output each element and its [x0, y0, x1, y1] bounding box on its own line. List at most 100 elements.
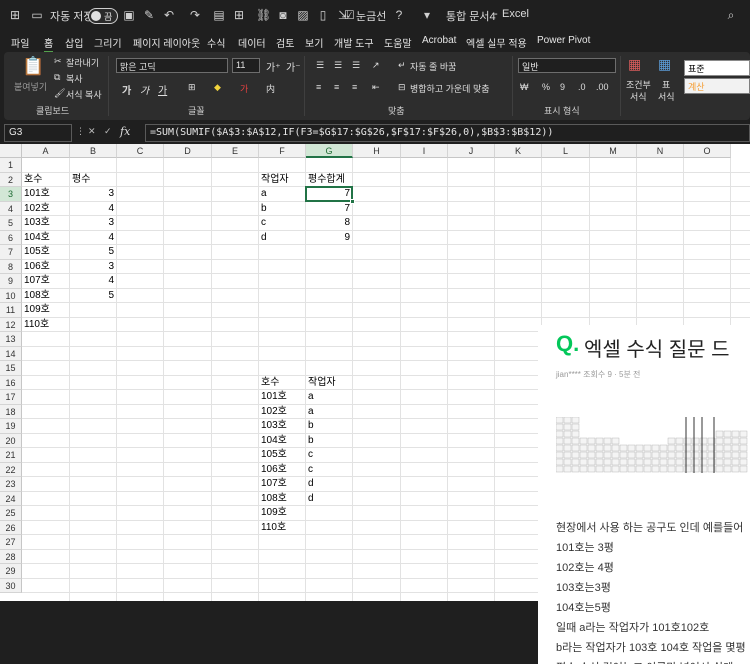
row-header-6[interactable]: 6: [0, 230, 22, 245]
more-icon[interactable]: ⋮: [76, 126, 85, 137]
borders-icon[interactable]: ⊞: [188, 82, 196, 93]
column-header-I[interactable]: I: [401, 144, 448, 158]
currency-icon[interactable]: ₩: [520, 82, 529, 92]
tab-6[interactable]: 데이터: [238, 35, 266, 50]
row-header-1[interactable]: 1: [0, 158, 22, 173]
cancel-icon[interactable]: ✕: [88, 126, 96, 137]
row-header-28[interactable]: 28: [0, 549, 22, 564]
pdf-icon[interactable]: ▯: [316, 8, 330, 22]
column-header-J[interactable]: J: [448, 144, 495, 158]
tab-9[interactable]: 개발 도구: [334, 35, 374, 50]
style-calculation[interactable]: 계산: [684, 78, 750, 94]
cell-worker[interactable]: [308, 506, 350, 520]
tab-13[interactable]: Power Pivot: [537, 35, 590, 46]
column-header-N[interactable]: N: [637, 144, 684, 158]
align-middle-icon[interactable]: ☰: [334, 60, 342, 71]
tab-1[interactable]: 홈: [44, 35, 54, 53]
cell-unit[interactable]: 110호: [261, 521, 303, 535]
tab-10[interactable]: 도움말: [384, 35, 412, 50]
row-header-15[interactable]: 15: [0, 361, 22, 376]
cell-header[interactable]: 작업자: [261, 173, 303, 187]
format-painter-icon[interactable]: 🖌: [54, 88, 65, 99]
row-header-13[interactable]: 13: [0, 332, 22, 347]
cell-unit[interactable]: 109호: [24, 303, 67, 317]
column-header-O[interactable]: O: [684, 144, 731, 158]
cell-unit[interactable]: 101호: [24, 187, 67, 201]
copy-icon[interactable]: ⧉: [54, 72, 60, 83]
worksheet-grid[interactable]: ABCDEFGHIJKLMNO 1 2 3 4 5 6 7 8 9 10 11 12 13 14 15 16 1…: [0, 144, 750, 664]
indent-icon[interactable]: ⇤: [372, 82, 380, 93]
cell-unit[interactable]: 108호: [24, 289, 67, 303]
tab-5[interactable]: 수식: [207, 35, 225, 50]
row-header-26[interactable]: 26: [0, 520, 22, 535]
cell-header[interactable]: 호수: [261, 376, 303, 390]
tab-2[interactable]: 삽입: [65, 35, 83, 50]
customize-qat-icon[interactable]: ▾: [420, 8, 434, 22]
cell-area[interactable]: 4: [72, 231, 114, 245]
cell-area[interactable]: 4: [72, 202, 114, 216]
copy-button[interactable]: 복사: [66, 72, 83, 85]
cut-icon[interactable]: ✂: [54, 56, 62, 67]
merge-center-button[interactable]: 병합하고 가운데 맞춤: [410, 82, 490, 95]
tab-12[interactable]: 엑셀 실무 적용: [466, 35, 527, 50]
cell-worker[interactable]: d: [308, 492, 350, 506]
cell-unit[interactable]: 106호: [24, 260, 67, 274]
font-size-select[interactable]: 11: [232, 58, 260, 73]
cell-unit[interactable]: 107호: [261, 477, 303, 491]
wrap-text-button[interactable]: 자동 줄 바꿈: [410, 60, 456, 73]
cell-worker[interactable]: d: [308, 477, 350, 491]
enter-icon[interactable]: ✓: [104, 126, 112, 137]
edit-doc-icon[interactable]: ✎: [142, 8, 156, 22]
font-color-icon[interactable]: 가: [240, 82, 248, 95]
cell-area[interactable]: 5: [72, 245, 114, 259]
row-header-7[interactable]: 7: [0, 245, 22, 260]
open-folder-icon[interactable]: ▭: [30, 8, 44, 22]
shrink-font-icon[interactable]: 가⁻: [286, 59, 300, 74]
cell-area-sum[interactable]: 9: [308, 231, 350, 245]
column-header-H[interactable]: H: [353, 144, 401, 158]
cell-worker[interactable]: a: [308, 405, 350, 419]
cell-header[interactable]: 호수: [24, 173, 67, 187]
cell-worker[interactable]: c: [308, 463, 350, 477]
row-header-18[interactable]: 18: [0, 404, 22, 419]
underline-button[interactable]: 가: [158, 82, 167, 97]
cell-unit[interactable]: 102호: [24, 202, 67, 216]
merge-icon[interactable]: ⊟: [398, 82, 406, 93]
increase-decimal-icon[interactable]: .0: [578, 82, 586, 92]
cell-area[interactable]: 3: [72, 216, 114, 230]
cell-worker[interactable]: [308, 521, 350, 535]
row-header-11[interactable]: 11: [0, 303, 22, 318]
column-header-A[interactable]: A: [22, 144, 70, 158]
row-header-12[interactable]: 12: [0, 317, 22, 332]
column-header-E[interactable]: E: [212, 144, 259, 158]
column-header-K[interactable]: K: [495, 144, 542, 158]
cell-unit[interactable]: 110호: [24, 318, 67, 332]
cell-worker[interactable]: b: [308, 434, 350, 448]
insert-cells-icon[interactable]: ⊞: [232, 8, 246, 22]
tab-8[interactable]: 보기: [305, 35, 323, 50]
cell-unit[interactable]: 105호: [24, 245, 67, 259]
cell-unit[interactable]: 107호: [24, 274, 67, 288]
tab-0[interactable]: 파일: [11, 35, 29, 50]
orientation-icon[interactable]: ↗: [372, 60, 380, 71]
row-header-21[interactable]: 21: [0, 448, 22, 463]
cell-worker[interactable]: b: [308, 419, 350, 433]
help-query-icon[interactable]: ?: [392, 8, 406, 22]
tab-4[interactable]: 페이지 레이아웃: [133, 35, 200, 50]
align-top-icon[interactable]: ☰: [316, 60, 324, 71]
column-header-D[interactable]: D: [164, 144, 212, 158]
row-header-5[interactable]: 5: [0, 216, 22, 231]
cell-worker[interactable]: c: [308, 448, 350, 462]
cell-worker[interactable]: a: [308, 390, 350, 404]
font-name-select[interactable]: 맑은 고딕: [116, 58, 228, 73]
row-header-2[interactable]: 2: [0, 172, 22, 187]
bold-button[interactable]: 가: [122, 82, 131, 97]
cell-unit[interactable]: 102호: [261, 405, 303, 419]
cell-unit[interactable]: 108호: [261, 492, 303, 506]
link-icon[interactable]: ⛓: [256, 8, 271, 22]
column-header-F[interactable]: F: [259, 144, 306, 158]
tab-3[interactable]: 그리기: [94, 35, 122, 50]
column-header-M[interactable]: M: [590, 144, 637, 158]
row-header-25[interactable]: 25: [0, 506, 22, 521]
conditional-format-icon[interactable]: ▦: [628, 56, 641, 73]
